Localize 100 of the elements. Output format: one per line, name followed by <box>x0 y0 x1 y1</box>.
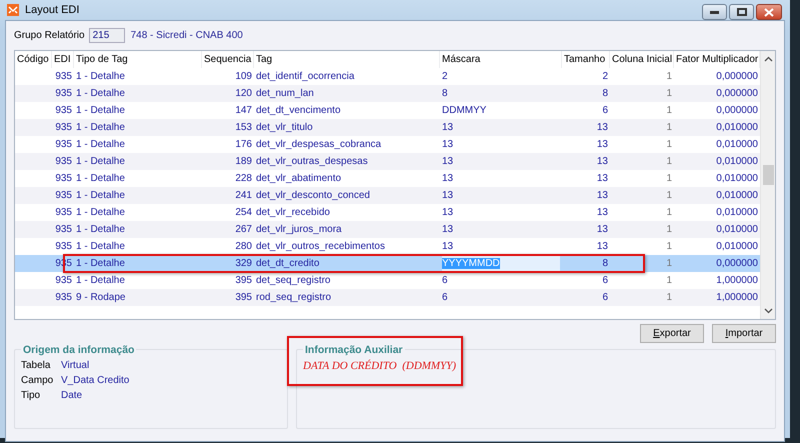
maximize-button[interactable] <box>729 4 754 20</box>
table-cell-text: 1 - Detalhe <box>75 275 126 286</box>
group-field[interactable]: 215 <box>88 28 125 42</box>
table-cell-text: 109 <box>234 71 253 82</box>
table-cell-text: 1 <box>665 241 673 252</box>
table-cell-text: 1 <box>665 122 673 133</box>
scroll-up-icon[interactable] <box>764 56 772 62</box>
table-cell-text: 1 <box>665 258 673 269</box>
table-cell-text: 153 <box>234 122 253 133</box>
column-header[interactable]: EDI <box>52 51 74 68</box>
table-row[interactable]: 935 1 - Detalhe 241 det_vlr_desconto_conced 13 13 1 0,010000 <box>15 187 760 204</box>
table-row[interactable]: 935 1 - Detalhe 120 det_num_lan 8 8 1 0,000000 <box>15 85 760 102</box>
table-cell-text: 1 - Detalhe <box>75 173 126 184</box>
table-cell-text: 228 <box>234 173 253 184</box>
table-cell-text: 13 <box>596 173 609 184</box>
table-cell-text: 267 <box>234 224 253 235</box>
table-cell-text: 13 <box>596 122 609 133</box>
minimize-button[interactable] <box>702 4 727 20</box>
table-cell-text: 13 <box>441 156 454 167</box>
table-cell-text: 935 <box>54 71 73 82</box>
table-row[interactable]: 935 9 - Rodape 395 rod_seq_registro 6 6 1 1,000000 <box>15 289 760 306</box>
scroll-down-icon[interactable] <box>764 308 772 314</box>
table-cell-text: 0,010000 <box>715 241 759 252</box>
scroll-thumb[interactable] <box>762 165 774 185</box>
table-cell-text: 13 <box>596 156 609 167</box>
field-value: Virtual <box>61 360 90 371</box>
table-cell-text: 6 <box>601 292 609 303</box>
table-cell-text: 120 <box>234 88 253 99</box>
table-row[interactable]: 935 1 - Detalhe 189 det_vlr_outras_despesas 13 13 1 0,010000 <box>15 153 760 170</box>
table-cell-text: 1 - Detalhe <box>75 122 126 133</box>
group-description: 748 - Sicredi - CNAB 400 <box>130 30 243 40</box>
column-header[interactable]: Tipo de Tag <box>74 51 202 68</box>
table-row[interactable]: 935 1 - Detalhe 267 det_vlr_juros_mora 13 13 1 0,010000 <box>15 221 760 238</box>
table-row[interactable]: 935 1 - Detalhe 109 det_identif_ocorrencia 2 2 1 0,000000 <box>15 68 760 85</box>
table-cell-text: det_dt_credito <box>255 258 320 269</box>
column-header[interactable]: Sequencia <box>202 51 254 68</box>
table-cell-text: 0,010000 <box>715 156 759 167</box>
app-icon <box>7 4 19 16</box>
table-cell-text: 1,000000 <box>715 275 759 286</box>
column-header[interactable]: Tag <box>254 51 440 68</box>
table-row[interactable]: 935 1 - Detalhe 395 det_seq_registro 6 6 1 1,000000 <box>15 272 760 289</box>
field-label: Tipo <box>21 390 42 401</box>
close-icon <box>764 8 774 16</box>
table-cell-text: 935 <box>54 292 73 303</box>
column-header[interactable]: Coluna Inicial <box>610 51 674 68</box>
table-cell-text: DDMMYY <box>441 105 488 116</box>
close-button[interactable] <box>756 4 782 20</box>
table-cell-text: 935 <box>54 122 73 133</box>
table-cell-text: 0,010000 <box>715 224 759 235</box>
table-cell-text: 8 <box>601 258 609 269</box>
field-label: Campo <box>21 375 54 386</box>
table-cell-text: 189 <box>234 156 253 167</box>
auxiliary-text: DATA DO CRÉDITO (DDMMYY) <box>303 360 457 372</box>
table-cell-text: 6 <box>441 275 449 286</box>
table-cell-text: det_vlr_recebido <box>255 207 331 218</box>
table-cell-text: 1 - Detalhe <box>75 241 126 252</box>
table-cell-text: 176 <box>234 139 253 150</box>
table-cell-text: 0,000000 <box>715 258 759 269</box>
table-cell-text: 1 - Detalhe <box>75 105 126 116</box>
scrollbar[interactable] <box>760 51 775 319</box>
column-header[interactable]: Máscara <box>440 51 562 68</box>
table-cell-text: 13 <box>441 122 454 133</box>
table-cell-text: det_vlr_despesas_cobranca <box>255 139 382 150</box>
table-cell-text: 1 <box>665 88 673 99</box>
table-row[interactable]: 935 1 - Detalhe 176 det_vlr_despesas_cobranca 13 13 1 0,010000 <box>15 136 760 153</box>
table-cell-text: 13 <box>596 241 609 252</box>
table-cell-text: 13 <box>441 139 454 150</box>
table-cell-text: 935 <box>54 88 73 99</box>
table-cell-text: 13 <box>596 139 609 150</box>
table-cell-text: 0,010000 <box>715 207 759 218</box>
table-cell-text: 13 <box>441 224 454 235</box>
table-cell-text: 395 <box>234 292 253 303</box>
action-button[interactable]: Importar <box>712 324 776 343</box>
action-button[interactable]: Exportar <box>640 324 704 343</box>
table-cell-text: 1,000000 <box>715 292 759 303</box>
table-row[interactable]: 935 1 - Detalhe 254 det_vlr_recebido 13 13 1 0,010000 <box>15 204 760 221</box>
table-cell-text: 1 - Detalhe <box>75 156 126 167</box>
table-cell-text: 147 <box>234 105 253 116</box>
table-cell-text: 1 <box>665 275 673 286</box>
table-cell-text: 1 - Detalhe <box>75 139 126 150</box>
table-row[interactable]: 935 1 - Detalhe 280 det_vlr_outros_recebimentos 13 13 1 0,010000 <box>15 238 760 255</box>
table-cell-text: det_vlr_abatimento <box>255 173 342 184</box>
table-cell-text: 8 <box>441 88 449 99</box>
table-cell-text: 13 <box>441 190 454 201</box>
table-cell-text: 935 <box>54 173 73 184</box>
table-cell-text: 13 <box>441 173 454 184</box>
table-cell-text: 0,000000 <box>715 71 759 82</box>
table-row[interactable]: 935 1 - Detalhe 153 det_vlr_titulo 13 13 1 0,010000 <box>15 119 760 136</box>
column-header[interactable]: Tamanho <box>562 51 610 68</box>
table-cell-text: 1 <box>665 292 673 303</box>
table-cell-text: 1 <box>665 105 673 116</box>
table-cell-text: 6 <box>441 292 449 303</box>
table-cell-text: 6 <box>601 105 609 116</box>
table-cell-text: det_num_lan <box>255 88 315 99</box>
table-row[interactable]: 935 1 - Detalhe 147 det_dt_vencimento DDMMYY 6 1 0,000000 <box>15 102 760 119</box>
table-row[interactable]: 935 1 - Detalhe 228 det_vlr_abatimento 13 13 1 0,010000 <box>15 170 760 187</box>
table-cell-text: det_vlr_titulo <box>255 122 314 133</box>
table-cell-text: 13 <box>441 241 454 252</box>
column-header[interactable]: Código <box>15 51 52 68</box>
table-cell-text: 1 <box>665 190 673 201</box>
